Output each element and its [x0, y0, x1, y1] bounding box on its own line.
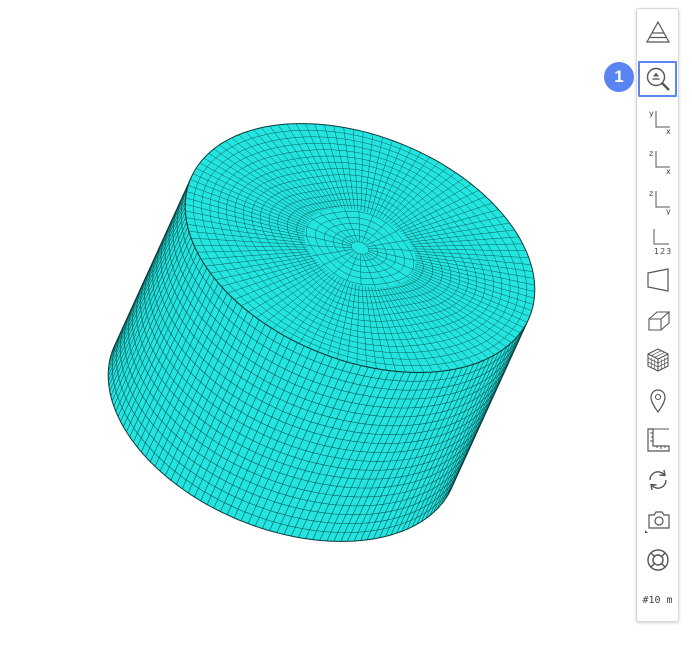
rotate-icon [648, 469, 667, 491]
axis-123-label: 123 [654, 247, 672, 255]
mesh-size-label: #10 m [642, 594, 673, 606]
iso-view-button[interactable] [638, 302, 677, 338]
view-123-button[interactable]: 123 [638, 222, 677, 258]
location-pin-button[interactable] [638, 382, 677, 418]
zoom-region-button[interactable] [638, 61, 677, 97]
view-xy-button[interactable]: y x [638, 102, 677, 138]
location-pin-icon [649, 389, 666, 414]
view-xy-icon: y x [649, 109, 671, 135]
mesh-size-button[interactable]: #10 m [638, 582, 677, 618]
iso-view-icon [647, 311, 670, 331]
rotate-button[interactable] [638, 462, 677, 498]
model-viewport[interactable] [0, 0, 630, 651]
view-zx-button[interactable]: z x [638, 142, 677, 178]
shaded-cube-button[interactable] [638, 342, 677, 378]
fit-view-button[interactable] [638, 14, 677, 50]
callout-badge: 1 [604, 62, 634, 92]
help-button[interactable] [638, 542, 677, 578]
zoom-region-icon [646, 67, 670, 91]
view-toolbar: y x z x z y 123 #10 m [636, 8, 679, 622]
axis-top-label: z [649, 189, 653, 198]
shaded-cube-icon [646, 348, 669, 372]
axis-right-label: x [666, 167, 671, 175]
ruler-icon [646, 428, 670, 452]
axis-top-label: y [649, 109, 654, 118]
camera-icon [644, 511, 670, 533]
lifebuoy-icon [646, 549, 669, 571]
axis-right-label: x [666, 127, 671, 135]
screenshot-button[interactable] [638, 502, 677, 538]
axis-right-label: y [666, 207, 671, 215]
perspective-icon [646, 268, 669, 292]
ruler-button[interactable] [638, 422, 677, 458]
fit-view-icon [645, 20, 670, 43]
view-zy-button[interactable]: z y [638, 182, 677, 218]
perspective-button[interactable] [638, 262, 677, 298]
axis-top-label: z [649, 149, 653, 158]
view-zy-icon: z y [649, 189, 671, 215]
view-zx-icon: z x [649, 149, 671, 175]
view-123-icon: 123 [653, 229, 672, 255]
